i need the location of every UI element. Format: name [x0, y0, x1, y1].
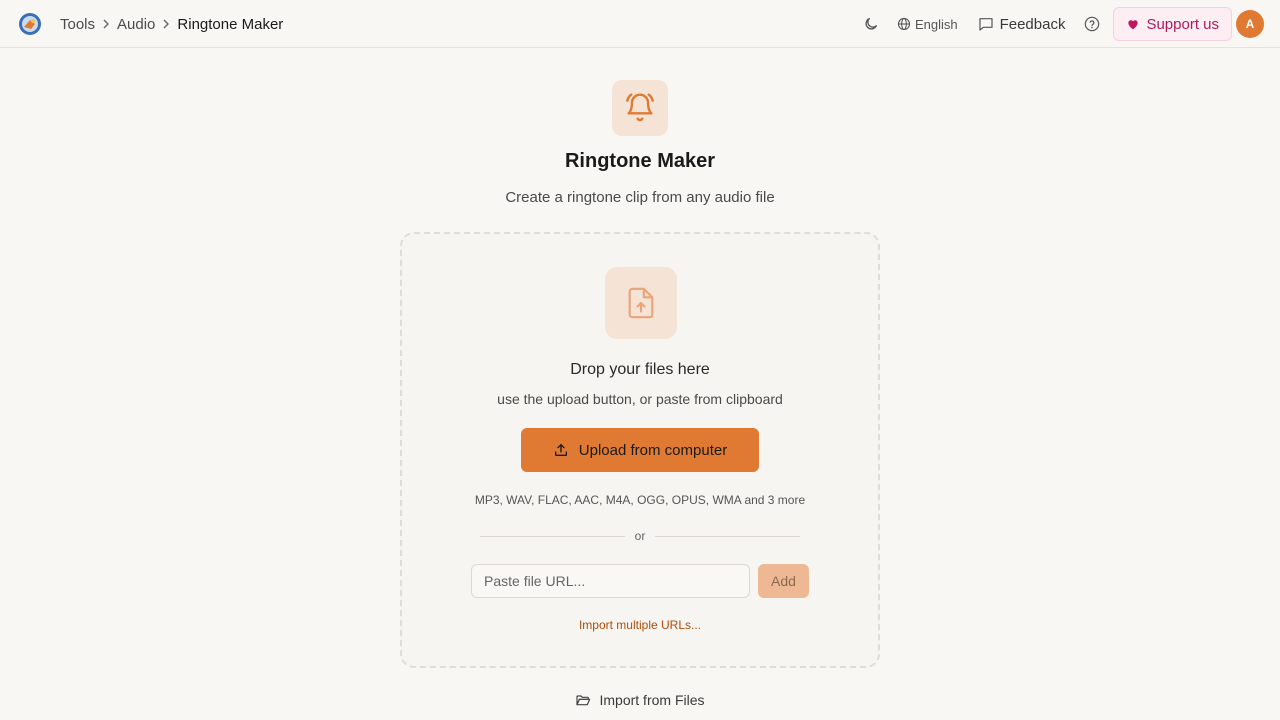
dropzone-subtitle: use the upload button, or paste from cli…: [497, 391, 783, 407]
page-title: Ringtone Maker: [564, 150, 716, 172]
globe-icon: [897, 17, 911, 31]
help-button[interactable]: [1083, 15, 1101, 33]
language-label: English: [914, 16, 958, 32]
upload-icon: [554, 444, 567, 456]
file-upload-icon: [605, 267, 677, 339]
theme-toggle-button[interactable]: [861, 14, 881, 34]
message-square-icon: [978, 18, 993, 31]
support-us-label: Support us: [1146, 15, 1219, 33]
breadcrumb-tools[interactable]: Tools: [60, 16, 95, 33]
feedback-button[interactable]: Feedback: [978, 15, 1066, 33]
or-divider: or: [480, 528, 801, 544]
import-from-files-button[interactable]: Import from Files: [0, 692, 1280, 708]
avatar[interactable]: A: [1236, 10, 1264, 38]
file-url-input[interactable]: [471, 564, 750, 598]
import-from-files-label: Import from Files: [599, 692, 705, 708]
breadcrumb: Tools Audio Ringtone Maker: [60, 0, 283, 48]
upload-label: Upload from computer: [578, 441, 728, 459]
app-logo[interactable]: [18, 12, 42, 36]
dropzone-title: Drop your files here: [570, 361, 710, 378]
divider-line: [480, 535, 625, 537]
file-dropzone[interactable]: Drop your files here use the upload butt…: [400, 232, 880, 668]
or-label: or: [634, 529, 646, 543]
support-us-button[interactable]: Support us: [1113, 7, 1232, 41]
supported-formats: MP3, WAV, FLAC, AAC, M4A, OGG, OPUS, WMA…: [474, 493, 806, 507]
page-subtitle: Create a ringtone clip from any audio fi…: [505, 189, 775, 206]
chevron-right-icon: [155, 19, 177, 29]
language-selector[interactable]: English: [897, 17, 958, 32]
feedback-label: Feedback: [999, 15, 1066, 33]
import-multiple-urls-link[interactable]: Import multiple URLs...: [402, 618, 878, 632]
chevron-right-icon: [95, 19, 117, 29]
divider-line: [655, 535, 801, 537]
breadcrumb-current: Ringtone Maker: [177, 15, 284, 33]
add-url-button[interactable]: Add: [758, 564, 809, 598]
moon-icon: [865, 18, 877, 30]
heart-icon: [1128, 20, 1139, 30]
folder-open-icon: [576, 695, 591, 706]
breadcrumb-audio[interactable]: Audio: [117, 16, 155, 33]
top-bar: Tools Audio Ringtone Maker English Feedb…: [0, 0, 1280, 48]
help-circle-icon: [1085, 16, 1100, 32]
bell-ring-icon: [612, 80, 668, 136]
upload-from-computer-button[interactable]: Upload from computer: [521, 428, 759, 472]
